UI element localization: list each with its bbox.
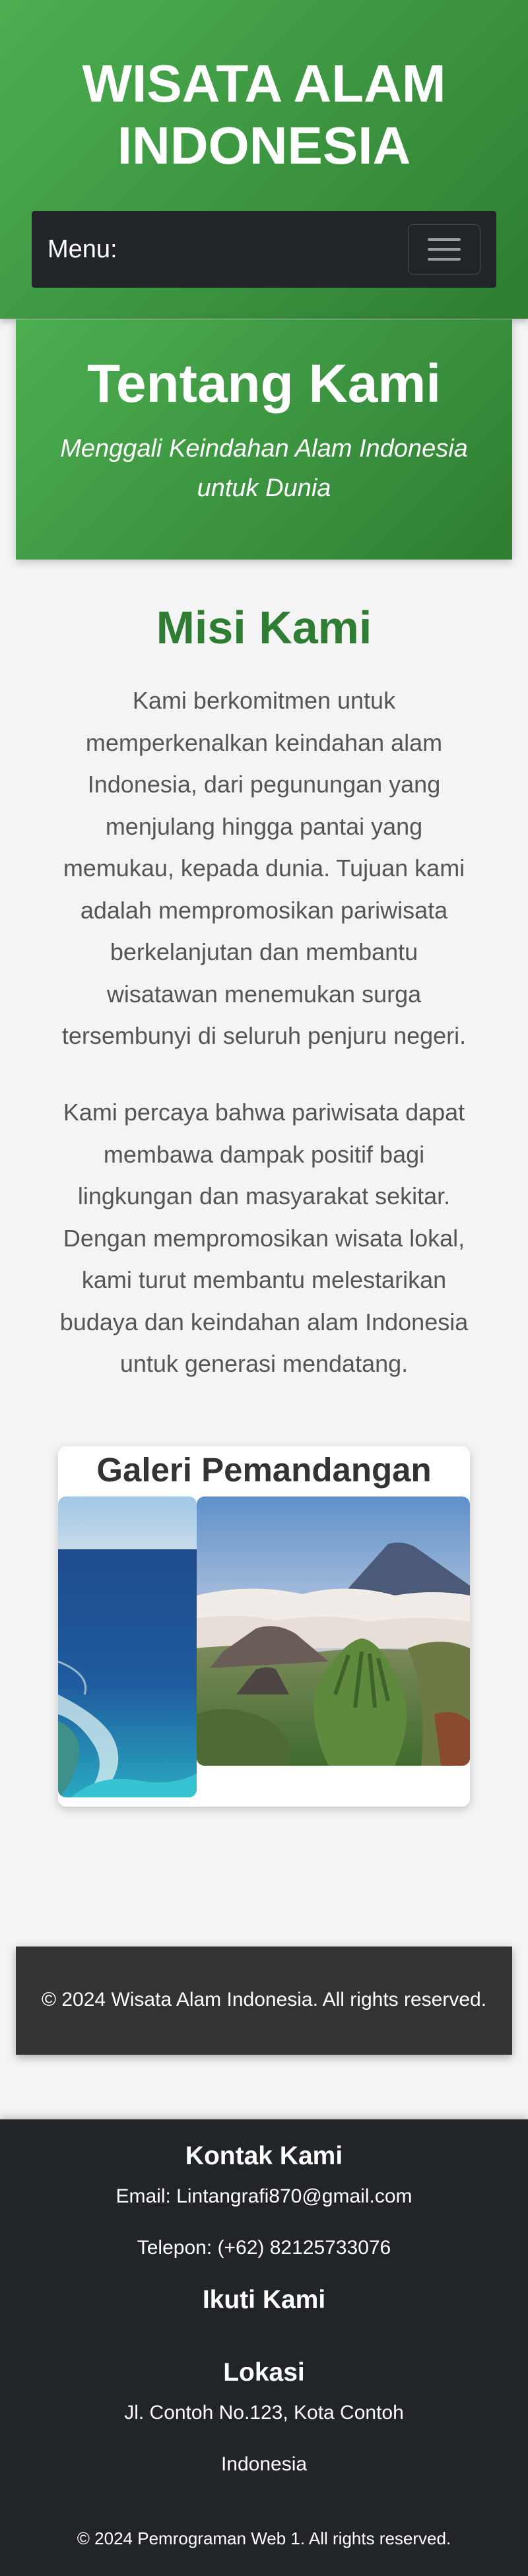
- address-line-2: Indonesia: [220, 2453, 308, 2475]
- paragraph-line: lingkungan dan masyarakat sekitar.: [77, 1182, 451, 1209]
- about-banner: Tentang Kami Menggali Keindahan Alam Ind…: [16, 319, 512, 560]
- copyright-box-text: © 2024 Wisata Alam Indonesia. All rights…: [41, 1989, 487, 2011]
- paragraph-line: budaya dan keindahan alam Indonesia: [59, 1308, 469, 1336]
- gallery-card: Galeri Pemandangan Alam: [58, 1446, 470, 1807]
- gallery-image-mountain[interactable]: [197, 1497, 470, 1766]
- paragraph-line: memperkenalkan keindahan alam: [85, 728, 443, 756]
- site-title-line-2: INDONESIA: [117, 116, 411, 175]
- mission-paragraph-1: Kami berkomitmen untuk memperkenalkan kei…: [59, 680, 469, 1057]
- paragraph-line: Indonesia, dari pegunungan yang: [87, 771, 441, 798]
- site-title: WISATA ALAM INDONESIA: [0, 53, 528, 177]
- copyright-box: © 2024 Wisata Alam Indonesia. All rights…: [16, 1947, 512, 2055]
- paragraph-line: Kami percaya bahwa pariwisata dapat: [63, 1099, 465, 1126]
- hamburger-line-icon: [428, 258, 461, 261]
- address-line-1: Jl. Contoh No.123, Kota Contoh: [124, 2402, 404, 2424]
- about-subtitle: Menggali Keindahan Alam Indonesia untuk …: [42, 429, 486, 508]
- gallery-image-coast[interactable]: [58, 1497, 197, 1797]
- navbar: Menu:: [32, 211, 496, 288]
- about-title: Tentang Kami: [86, 354, 442, 414]
- contact-heading: Kontak Kami: [185, 2142, 343, 2170]
- site-footer: Kontak Kami Email: Lintangrafi870@gmail.…: [0, 2119, 528, 2576]
- mission-title: Misi Kami: [156, 602, 372, 653]
- paragraph-line: Dengan mempromosikan wisata lokal,: [63, 1224, 465, 1252]
- mountain-image-svg: [197, 1497, 470, 1766]
- paragraph-line: membawa dampak positif bagi: [103, 1140, 425, 1168]
- paragraph-line: kami turut membantu melestarikan: [81, 1266, 447, 1293]
- site-title-line-1: WISATA ALAM: [82, 54, 446, 113]
- hamburger-line-icon: [428, 248, 461, 251]
- paragraph-line: berkelanjutan dan membantu: [110, 938, 418, 965]
- paragraph-line: memukau, kepada dunia. Tujuan kami: [63, 854, 465, 882]
- hamburger-line-icon: [428, 238, 461, 241]
- paragraph-line: tersembunyi di seluruh penjuru negeri.: [61, 1022, 467, 1049]
- hamburger-menu-button[interactable]: [408, 224, 480, 274]
- site-header: WISATA ALAM INDONESIA Menu:: [0, 0, 528, 319]
- mission-paragraph-2: Kami percaya bahwa pariwisata dapat memba…: [59, 1091, 469, 1385]
- contact-phone[interactable]: Telepon: (+62) 82125733076: [0, 2236, 528, 2261]
- coast-image-svg: [58, 1497, 197, 1797]
- about-subtitle-line: untuk Dunia: [197, 474, 331, 502]
- navbar-menu-label: Menu:: [48, 236, 117, 263]
- location-heading: Lokasi: [223, 2358, 305, 2387]
- paragraph-line: untuk generasi mendatang.: [119, 1350, 409, 1377]
- follow-heading: Ikuti Kami: [202, 2286, 326, 2314]
- about-subtitle-line: Menggali Keindahan Alam Indonesia: [60, 435, 468, 463]
- paragraph-line: menjulang hingga pantai yang: [105, 812, 423, 840]
- paragraph-line: adalah mempromosikan pariwisata: [80, 896, 448, 924]
- paragraph-line: wisatawan menemukan surga: [106, 980, 422, 1008]
- footer-copyright: © 2024 Pemrograman Web 1. All rights res…: [77, 2528, 451, 2548]
- paragraph-line: Kami berkomitmen untuk: [132, 687, 396, 714]
- gallery-title: Galeri Pemandangan Alam: [96, 1451, 432, 1536]
- contact-email[interactable]: Email: Lintangrafi870@gmail.com: [0, 2184, 528, 2209]
